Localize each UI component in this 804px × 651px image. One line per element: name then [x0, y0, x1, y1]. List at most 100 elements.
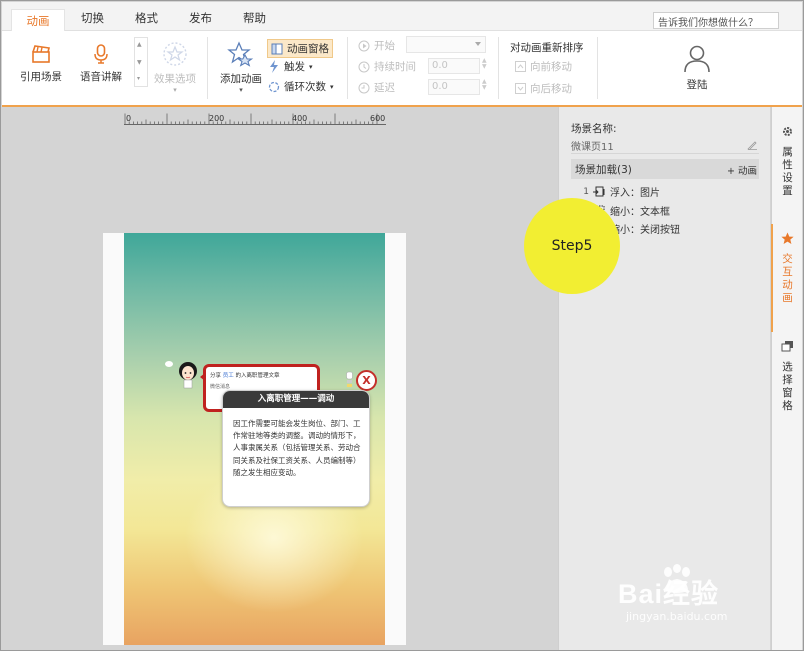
effect-options-button[interactable]: 效果选项 ▾ — [153, 41, 197, 94]
dropdown-arrow-icon: ▾ — [330, 82, 334, 91]
add-animation-button[interactable]: 添加动画 ▾ — [219, 41, 263, 94]
bulb-icon — [346, 371, 353, 387]
pane-icon — [271, 43, 283, 54]
star-add-icon — [227, 41, 254, 67]
move-later-button[interactable]: 向后移动 — [515, 81, 572, 96]
ribbon-divider — [597, 37, 598, 99]
tab-format[interactable]: 格式 — [135, 10, 158, 26]
animation-effect: 缩小：文本框 — [610, 207, 670, 218]
tab-interactive-label: 交互动画 — [782, 253, 793, 304]
share-prefix: 分享 — [210, 373, 222, 379]
tab-properties-label: 属性设置 — [782, 146, 793, 197]
animation-effect: 缩小：关闭按钮 — [610, 225, 680, 236]
delay-input[interactable]: 0.0 — [428, 79, 480, 95]
info-title: 入离职管理——调动 — [223, 391, 369, 408]
paw-logo-icon — [664, 564, 690, 593]
info-textbox[interactable]: 入离职管理——调动 因工作需要可能会发生岗位、部门、工作常驻地等类的调整。调动的… — [222, 390, 370, 507]
cite-scene-label: 引用场景 — [20, 71, 62, 83]
animation-pane-button[interactable]: 动画窗格 — [267, 39, 333, 58]
star-icon — [781, 232, 794, 244]
animation-index: 1 — [583, 186, 589, 197]
start-label-group: 开始 — [358, 38, 395, 53]
user-icon — [684, 45, 710, 73]
move-earlier-label: 向前移动 — [530, 61, 572, 73]
app-window: 动画 切换 格式 发布 帮助 告诉我们你想做什么？ 引用场景 语音讲解 ▲ ▼ … — [0, 0, 804, 651]
scene-load-title: 场景加载(3) — [575, 164, 632, 176]
speech-bubble-icon — [165, 361, 173, 367]
star-circle-icon — [163, 42, 187, 66]
voice-button[interactable]: 语音讲解 — [79, 43, 123, 84]
scene-load-header[interactable]: 场景加载(3) + 动画 — [571, 159, 759, 179]
move-earlier-button[interactable]: 向前移动 — [515, 59, 572, 74]
pencil-icon[interactable] — [747, 140, 757, 150]
search-input[interactable]: 告诉我们你想做什么？ — [653, 12, 779, 29]
delay-spinner-icon[interactable]: ▲ ▼ — [482, 79, 490, 91]
phone-preview[interactable]: 分享 员工 的入离职管理文章 微信消息 X 入离职管理——调动 因工作需要可能会… — [124, 233, 385, 645]
dropdown-arrow-icon: ▾ — [309, 62, 313, 71]
close-button[interactable]: X — [356, 370, 377, 391]
tab-selection-label: 选择窗格 — [782, 361, 793, 412]
scene-name-field[interactable]: 微课页11 — [571, 138, 759, 154]
animation-pane-label: 动画窗格 — [287, 43, 329, 55]
loop-count-label: 循环次数 — [284, 81, 326, 93]
animation-effect: 浮入：图片 — [610, 188, 660, 199]
watermark-url: jingyan.baidu.com — [626, 610, 728, 623]
start-label: 开始 — [374, 40, 395, 52]
avatar — [179, 362, 197, 389]
horizontal-ruler: 0 200 400 600 — [124, 113, 386, 125]
ribbon-divider — [347, 37, 348, 99]
cite-scene-button[interactable]: 引用场景 — [19, 43, 63, 84]
tab-transition[interactable]: 切换 — [81, 10, 104, 26]
microphone-icon — [94, 44, 108, 64]
delay-label: 延迟 — [374, 82, 395, 94]
side-tabs: 属性设置 交互动画 选择窗格 — [771, 107, 803, 650]
loop-count-button[interactable]: 循环次数 ▾ — [268, 79, 334, 94]
clapperboard-icon — [32, 45, 50, 63]
ruler-label: 0 — [126, 114, 131, 123]
scene-name-value: 微课页11 — [571, 142, 614, 153]
login-label: 登陆 — [686, 79, 708, 91]
start-dropdown[interactable] — [406, 36, 486, 53]
gallery-scroller — [134, 37, 148, 87]
reorder-title: 对动画重新排序 — [510, 42, 584, 54]
loop-icon — [268, 81, 280, 92]
move-up-icon — [515, 61, 526, 72]
tab-publish[interactable]: 发布 — [189, 10, 212, 26]
share-user: 员工 — [222, 373, 234, 379]
tab-animation[interactable]: 动画 — [11, 9, 65, 32]
lightning-icon — [270, 60, 278, 73]
ribbon-divider — [498, 37, 499, 99]
trigger-button[interactable]: 触发 ▾ — [268, 59, 313, 74]
editing-canvas[interactable]: 0 200 400 600 分享 员工 的入离职管理文章 微信消息 X 入离职管… — [2, 107, 558, 650]
trigger-label: 触发 — [284, 61, 305, 73]
duration-label: 持续时间 — [374, 61, 416, 73]
float-in-icon — [593, 186, 605, 196]
layers-icon — [781, 341, 793, 352]
login-button[interactable]: 登陆 — [673, 43, 721, 92]
baidu-watermark: Bai经验 jingyan.baidu.com — [618, 564, 728, 623]
share-suffix: 的入离职管理文章 — [235, 373, 280, 379]
duration-input[interactable]: 0.0 — [428, 58, 480, 74]
tab-selection-pane[interactable]: 选择窗格 — [772, 340, 803, 413]
voice-label: 语音讲解 — [80, 71, 122, 83]
effect-options-label: 效果选项 — [154, 73, 196, 85]
play-circle-icon — [358, 40, 370, 51]
info-body: 因工作需要可能会发生岗位、部门、工作常驻地等类的调整。调动的情形下，人事隶属关系… — [233, 419, 361, 477]
scene-page: 分享 员工 的入离职管理文章 微信消息 X 入离职管理——调动 因工作需要可能会… — [103, 233, 406, 645]
animation-item[interactable]: 1 浮入：图片 — [581, 184, 660, 199]
share-sub: 微信消息 — [210, 384, 231, 390]
tab-interactive-animation[interactable]: 交互动画 — [771, 224, 803, 332]
ruler-label: 400 — [292, 114, 307, 123]
duration-label-group: 持续时间 — [358, 59, 416, 74]
share-text: 分享 员工 的入离职管理文章 — [210, 371, 280, 379]
add-animation-link[interactable]: + 动画 — [727, 163, 757, 177]
tab-properties[interactable]: 属性设置 — [772, 125, 803, 198]
menu-bar: 动画 切换 格式 发布 帮助 告诉我们你想做什么？ — [2, 2, 802, 32]
step-marker: Step5 — [524, 198, 620, 294]
duration-spinner-icon[interactable]: ▲ ▼ — [482, 58, 490, 70]
move-down-icon — [515, 83, 526, 94]
tab-help[interactable]: 帮助 — [243, 10, 266, 26]
ruler-label: 200 — [209, 114, 224, 123]
ribbon-divider — [207, 37, 208, 99]
move-later-label: 向后移动 — [530, 83, 572, 95]
